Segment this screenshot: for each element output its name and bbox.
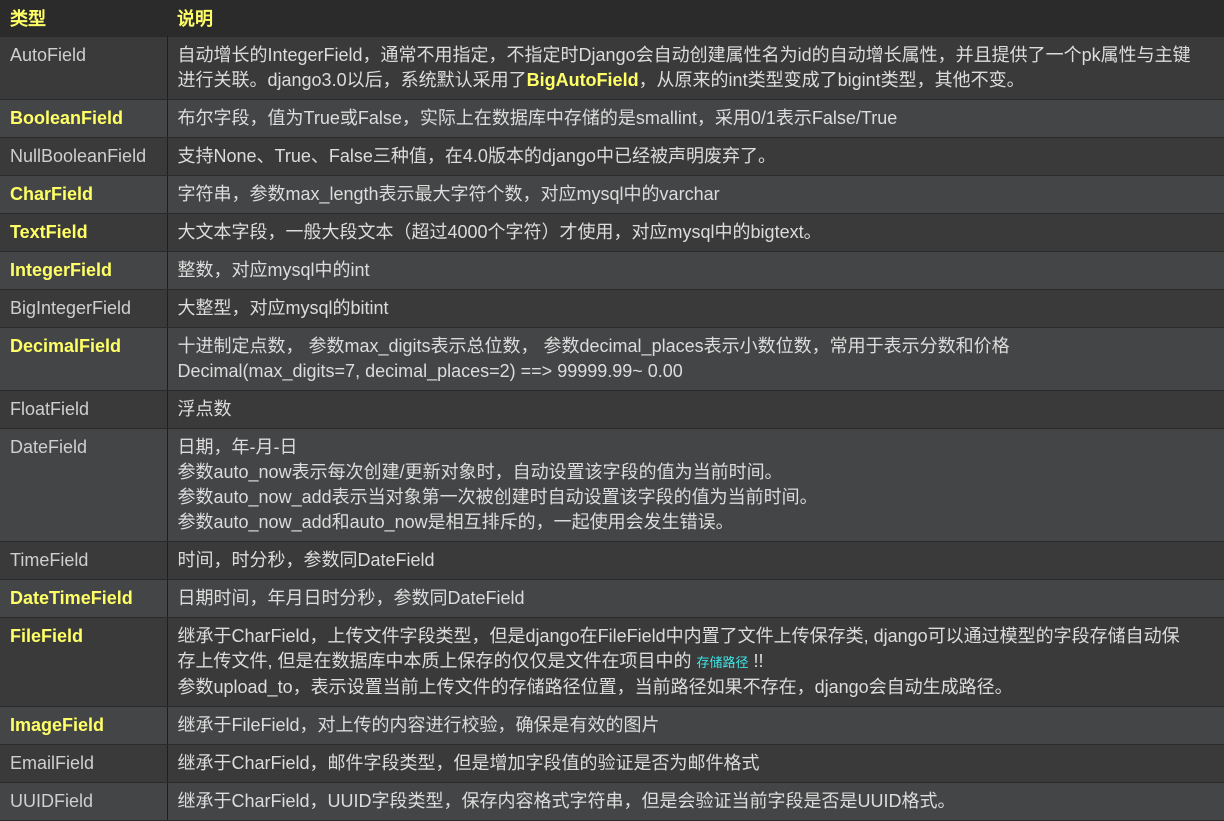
field-description: 时间，时分秒，参数同DateField: [167, 541, 1224, 580]
table-row: FileField 继承于CharField，上传文件字段类型，但是django…: [0, 617, 1224, 707]
description-line: 进行关联。django3.0以后，系统默认采用了BigAutoField，从原来…: [178, 68, 1214, 93]
field-name: DecimalField: [0, 327, 168, 391]
description-text: 进行关联。django3.0以后，系统默认采用了: [177, 70, 527, 90]
table-header: 类型 说明: [0, 0, 1224, 37]
table-row: DateField 日期，年-月-日 参数auto_now表示每次创建/更新对象…: [0, 428, 1224, 542]
description-text: 存上传文件, 但是在数据库中本质上保存的仅仅是文件在项目中的: [177, 651, 697, 671]
table-row: TextField 大文本字段，一般大段文本（超过4000个字符）才使用，对应m…: [0, 213, 1224, 252]
table-row: FloatField 浮点数: [0, 390, 1224, 429]
table-row: CharField 字符串，参数max_length表示最大字符个数，对应mys…: [0, 175, 1224, 214]
description-line: 参数auto_now_add表示当对象第一次被创建时自动设置该字段的值为当前时间…: [177, 487, 818, 507]
field-description: 十进制定点数， 参数max_digits表示总位数， 参数decimal_pla…: [167, 327, 1224, 391]
header-row: 类型 说明: [0, 0, 1224, 37]
description-line: 十进制定点数， 参数max_digits表示总位数， 参数decimal_pla…: [177, 336, 1010, 356]
table-row: UUIDField 继承于CharField，UUID字段类型，保存内容格式字符…: [0, 782, 1224, 821]
description-text: ，从原来的int类型变成了bigint类型，其他不变。: [638, 70, 1025, 90]
table-body: AutoField 自动增长的IntegerField，通常不用指定，不指定时D…: [0, 36, 1224, 821]
table-row: EmailField 继承于CharField，邮件字段类型，但是增加字段值的验…: [0, 744, 1224, 783]
description-line: 存上传文件, 但是在数据库中本质上保存的仅仅是文件在项目中的 存储路径 !!: [178, 649, 1214, 675]
table-row: DateTimeField 日期时间，年月日时分秒，参数同DateField: [0, 579, 1224, 618]
header-type: 类型: [0, 0, 167, 37]
field-name: ImageField: [0, 706, 168, 745]
table-row: BigIntegerField 大整型，对应mysql的bitint: [0, 289, 1224, 328]
field-name: CharField: [0, 175, 168, 214]
field-name: NullBooleanField: [0, 137, 168, 176]
field-types-table: 类型 说明 AutoField 自动增长的IntegerField，通常不用指定…: [0, 0, 1224, 821]
table-row: BooleanField 布尔字段，值为True或False，实际上在数据库中存…: [0, 99, 1224, 138]
description-line: 参数auto_now表示每次创建/更新对象时，自动设置该字段的值为当前时间。: [177, 462, 783, 482]
description-line: 继承于CharField，上传文件字段类型，但是django在FileField…: [177, 626, 1180, 646]
field-description: 浮点数: [167, 390, 1224, 429]
field-name: AutoField: [0, 36, 168, 100]
field-name: FloatField: [0, 390, 168, 429]
table-row: AutoField 自动增长的IntegerField，通常不用指定，不指定时D…: [0, 36, 1224, 100]
field-name: BigIntegerField: [0, 289, 168, 328]
field-name: DateField: [0, 428, 168, 542]
table-row: NullBooleanField 支持None、True、False三种值，在4…: [0, 137, 1224, 176]
field-description: 继承于CharField，上传文件字段类型，但是django在FileField…: [167, 617, 1224, 707]
field-name: IntegerField: [0, 251, 168, 290]
field-description: 继承于FileField，对上传的内容进行校验，确保是有效的图片: [167, 706, 1224, 745]
field-name: UUIDField: [0, 782, 168, 821]
field-name: FileField: [0, 617, 168, 707]
description-line: 参数auto_now_add和auto_now是相互排斥的，一起使用会发生错误。: [177, 512, 734, 532]
field-description: 大整型，对应mysql的bitint: [167, 289, 1224, 328]
storage-path-highlight: 存储路径: [696, 655, 749, 670]
field-name: EmailField: [0, 744, 168, 783]
table-row: DecimalField 十进制定点数， 参数max_digits表示总位数， …: [0, 327, 1224, 391]
field-name: TimeField: [0, 541, 168, 580]
description-line: 参数upload_to，表示设置当前上传文件的存储路径位置，当前路径如果不存在，…: [177, 677, 1013, 697]
field-description: 大文本字段，一般大段文本（超过4000个字符）才使用，对应mysql中的bigt…: [167, 213, 1224, 252]
field-description: 整数，对应mysql中的int: [167, 251, 1224, 290]
field-description: 继承于CharField，邮件字段类型，但是增加字段值的验证是否为邮件格式: [167, 744, 1224, 783]
table-row: IntegerField 整数，对应mysql中的int: [0, 251, 1224, 290]
field-description: 自动增长的IntegerField，通常不用指定，不指定时Django会自动创建…: [167, 36, 1224, 100]
field-name: DateTimeField: [0, 579, 168, 618]
description-line: Decimal(max_digits=7, decimal_places=2) …: [177, 361, 683, 381]
description-text: !!: [748, 651, 764, 671]
field-name: BooleanField: [0, 99, 168, 138]
header-description: 说明: [167, 0, 1224, 37]
description-line: 自动增长的IntegerField，通常不用指定，不指定时Django会自动创建…: [177, 45, 1191, 65]
field-name: TextField: [0, 213, 168, 252]
bigautofield-highlight: BigAutoField: [526, 70, 639, 90]
field-description: 支持None、True、False三种值，在4.0版本的django中已经被声明…: [167, 137, 1224, 176]
field-description: 字符串，参数max_length表示最大字符个数，对应mysql中的varcha…: [167, 175, 1224, 214]
field-description: 日期时间，年月日时分秒，参数同DateField: [167, 579, 1224, 618]
field-description: 布尔字段，值为True或False，实际上在数据库中存储的是smallint，采…: [167, 99, 1224, 138]
field-description: 日期，年-月-日 参数auto_now表示每次创建/更新对象时，自动设置该字段的…: [167, 428, 1224, 542]
table-row: TimeField 时间，时分秒，参数同DateField: [0, 541, 1224, 580]
description-line: 日期，年-月-日: [177, 437, 298, 457]
table-row: ImageField 继承于FileField，对上传的内容进行校验，确保是有效…: [0, 706, 1224, 745]
field-description: 继承于CharField，UUID字段类型，保存内容格式字符串，但是会验证当前字…: [167, 782, 1224, 821]
